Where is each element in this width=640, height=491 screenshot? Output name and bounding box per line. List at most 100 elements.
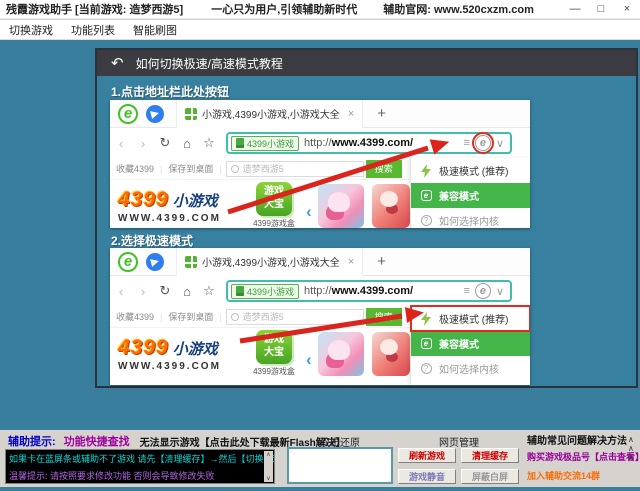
- gamebox-line2: 大宝: [256, 347, 292, 360]
- notice-console: 如果卡在蓝屏条或辅助不了游戏 请先【清理缓存】→然后【切换游戏】 温馨提示: 请…: [5, 449, 275, 484]
- chevron-down-icon[interactable]: ∨: [493, 285, 507, 298]
- maximize-icon[interactable]: □: [588, 0, 614, 19]
- chevron-down-icon[interactable]: ∨: [493, 137, 507, 150]
- search-icon: [231, 165, 239, 173]
- web-manage-label: 网页管理: [398, 434, 520, 449]
- tab-close-icon[interactable]: ×: [348, 108, 354, 120]
- step1-label: 1.点击地址栏此处按钮: [111, 83, 229, 100]
- reader-mode-icon[interactable]: ≡: [461, 285, 473, 297]
- step2-label: 2.选择极速模式: [111, 232, 193, 249]
- mute-game-button[interactable]: 游戏静音: [398, 469, 456, 484]
- new-tab-icon[interactable]: +: [377, 105, 386, 122]
- menu-function-list[interactable]: 功能列表: [62, 22, 124, 38]
- browser-toolbar: ‹ › ↻ ⌂ ☆ 4399小游戏 http://www.4399.com/ ≡…: [110, 128, 530, 158]
- refresh-game-button[interactable]: 刷新游戏: [398, 448, 456, 463]
- kernel-switch-icon[interactable]: e: [475, 135, 491, 151]
- site-logo-4399: 4399 小游戏 WWW.4399.COM: [118, 188, 246, 224]
- reader-mode-icon[interactable]: ≡: [461, 137, 473, 149]
- game-thumbnail[interactable]: [318, 332, 364, 376]
- browser-tab[interactable]: 小游戏,4399小游戏,小游戏大全 ×: [176, 100, 363, 128]
- window-title: 残霞游戏助手 [当前游戏: 造梦西游5]: [6, 1, 183, 17]
- browser-tab[interactable]: 小游戏,4399小游戏,小游戏大全 ×: [176, 248, 363, 276]
- addressbar-right-icons: ≡ e ∨: [461, 283, 507, 299]
- footer-panel: 辅助提示: 功能快捷查找 无法显示游戏【点击此处下载最新Flash解决】 如果卡…: [0, 430, 640, 487]
- window-controls: — □ ×: [562, 0, 640, 19]
- game-thumbnail[interactable]: [372, 184, 410, 228]
- menu-item-kernel-help[interactable]: ? 如何选择内核: [411, 356, 530, 381]
- scroll-up-icon: ∧: [628, 454, 634, 463]
- scroll-up-icon[interactable]: ∧: [266, 451, 270, 458]
- minimize-icon[interactable]: —: [562, 0, 588, 19]
- gamebox-line1: 游戏: [256, 334, 292, 347]
- bookmark-save-desktop[interactable]: 保存到桌面: [162, 162, 219, 175]
- menu-smart-farm[interactable]: 智能刷图: [124, 22, 186, 38]
- kernel-switch-icon[interactable]: e: [475, 283, 491, 299]
- tab-close-icon[interactable]: ×: [348, 256, 354, 268]
- carousel-prev-icon[interactable]: ‹: [306, 350, 312, 370]
- close-icon[interactable]: ×: [614, 0, 640, 19]
- search-input[interactable]: 造梦西游5: [226, 161, 364, 177]
- browser-screenshot-2: e 小游戏,4399小游戏,小游戏大全 × + ‹ › ↻ ⌂ ☆ 4: [110, 248, 530, 385]
- main-area: ↶ 如何切换极速/高速模式教程 1.点击地址栏此处按钮 2.选择极速模式 e 小…: [0, 40, 640, 430]
- carousel-prev-icon[interactable]: ‹: [306, 202, 312, 222]
- bookmark-save-desktop[interactable]: 保存到桌面: [162, 310, 219, 323]
- menu-item-speed-mode[interactable]: 极速模式 (推荐): [411, 306, 530, 331]
- gamebox-app[interactable]: 游戏 大宝 4399游戏盒: [252, 182, 296, 228]
- kernel-dropdown-menu: 极速模式 (推荐) e 兼容模式 ? 如何选择内核: [410, 306, 530, 385]
- nav-forward-icon[interactable]: ›: [132, 136, 154, 151]
- tab-favicon-icon: [185, 108, 197, 120]
- search-button[interactable]: 搜索: [366, 160, 402, 178]
- nav-forward-icon[interactable]: ›: [132, 284, 154, 299]
- url-text: http://www.4399.com/: [304, 285, 413, 297]
- menu-item-compat-mode[interactable]: e 兼容模式: [411, 331, 530, 356]
- bookmark-fav[interactable]: 收藏4399: [110, 310, 160, 323]
- clear-cache-button[interactable]: 清理缓存: [461, 448, 519, 463]
- bookmark-row: 收藏4399 | 保存到桌面 | 造梦西游5 搜索: [110, 158, 410, 180]
- nav-back-icon[interactable]: ‹: [110, 284, 132, 299]
- restore-listbox[interactable]: [287, 447, 393, 484]
- address-bar[interactable]: 4399小游戏 http://www.4399.com/ ≡ e ∨: [226, 132, 512, 154]
- address-bar[interactable]: 4399小游戏 http://www.4399.com/ ≡ e ∨: [226, 280, 512, 302]
- menu-item-compat-mode[interactable]: e 兼容模式: [411, 183, 530, 208]
- addressbar-right-icons: ≡ e ∨: [461, 135, 507, 151]
- bookmark-fav[interactable]: 收藏4399: [110, 162, 160, 175]
- home-icon[interactable]: ⌂: [176, 284, 198, 299]
- home-icon[interactable]: ⌂: [176, 136, 198, 151]
- gamebox-icon: 游戏 大宝: [256, 182, 292, 216]
- menu-item-speed-mode[interactable]: 极速模式 (推荐): [411, 158, 530, 183]
- nav-back-icon[interactable]: ‹: [110, 136, 132, 151]
- lightning-icon: [419, 164, 433, 178]
- browser-toolbar: ‹ › ↻ ⌂ ☆ 4399小游戏 http://www.4399.com/ ≡…: [110, 276, 530, 306]
- game-thumbnail[interactable]: [318, 184, 364, 228]
- logo-4399-number: 4399: [118, 336, 169, 360]
- browser-logo-icon: e: [118, 104, 138, 124]
- join-group-link[interactable]: 加入辅助交流14群: [527, 469, 600, 482]
- browser-content: 收藏4399 | 保存到桌面 | 造梦西游5 搜索 4399 小游戏 WWW.: [110, 158, 410, 228]
- favorite-star-icon[interactable]: ☆: [198, 135, 220, 151]
- menu-item-kernel-help[interactable]: ? 如何选择内核: [411, 208, 530, 228]
- search-input[interactable]: 造梦西游5: [226, 309, 364, 325]
- titlebar-website: 辅助官网: www.520cxzm.com: [383, 1, 534, 17]
- buy-account-link[interactable]: 购买游戏极品号【点击查看】: [527, 450, 640, 463]
- site-badge-label: 4399小游戏: [247, 285, 294, 298]
- bookmark-row: 收藏4399 | 保存到桌面 | 造梦西游5 搜索: [110, 306, 410, 328]
- block-whitescreen-button[interactable]: 屏蔽白屏: [461, 469, 519, 484]
- search-button[interactable]: 搜索: [366, 308, 402, 326]
- tutorial-panel: ↶ 如何切换极速/高速模式教程 1.点击地址栏此处按钮 2.选择极速模式 e 小…: [95, 48, 638, 388]
- quick-find-link[interactable]: 功能快捷查找: [64, 433, 130, 449]
- paper-plane-icon: [146, 105, 164, 123]
- gamebox-app[interactable]: 游戏 大宝 4399游戏盒: [252, 330, 296, 377]
- refresh-icon[interactable]: ↻: [154, 135, 176, 151]
- console-scrollbar[interactable]: ∧ ∨: [264, 451, 273, 482]
- game-thumbnail[interactable]: [372, 332, 410, 376]
- menu-switch-game[interactable]: 切换游戏: [0, 22, 62, 38]
- favorite-star-icon[interactable]: ☆: [198, 283, 220, 299]
- site-badge: 4399小游戏: [231, 284, 299, 299]
- new-tab-icon[interactable]: +: [377, 253, 386, 270]
- search-query: 造梦西游5: [243, 162, 284, 175]
- menu-item-compat-label: 兼容模式: [439, 336, 479, 351]
- scroll-down-icon[interactable]: ∨: [266, 475, 270, 482]
- refresh-icon[interactable]: ↻: [154, 283, 176, 299]
- back-icon[interactable]: ↶: [111, 54, 124, 72]
- faq-scroll-arrows[interactable]: ∧ ∧ ∧: [628, 436, 634, 462]
